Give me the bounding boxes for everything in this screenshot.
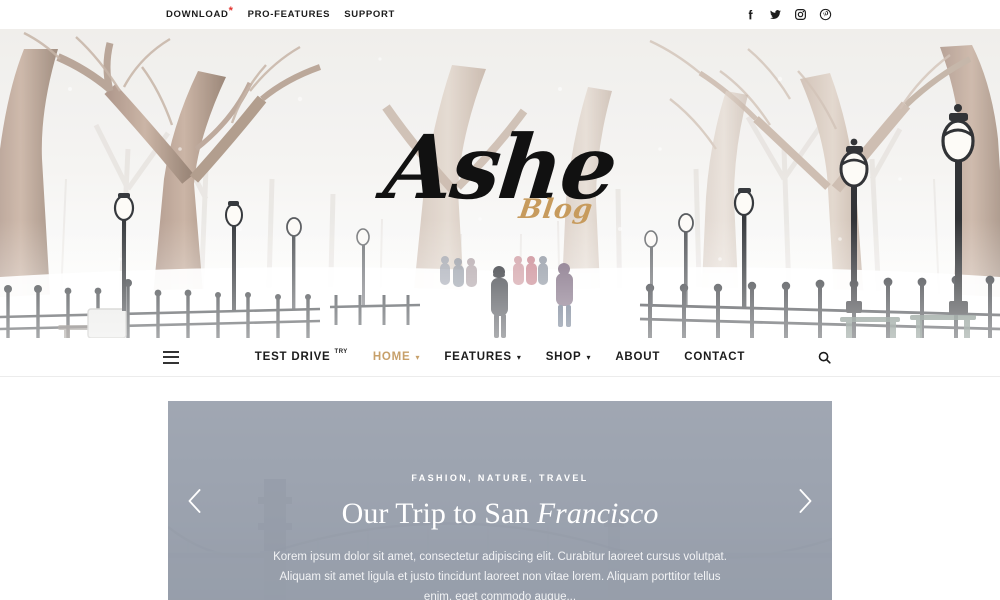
top-bar: DOWNLOAD* PRO-FEATURES SUPPORT xyxy=(0,0,1000,29)
nav-item-label: SHOP xyxy=(545,351,582,363)
social-links xyxy=(744,8,832,21)
nav-item-test-drive[interactable]: TEST DRIVE TRY xyxy=(254,349,349,363)
nav-item-contact[interactable]: CONTACT xyxy=(684,351,745,363)
new-badge-asterisk: * xyxy=(228,5,234,17)
chevron-down-icon: ▾ xyxy=(516,353,522,362)
pinterest-icon[interactable] xyxy=(819,8,832,21)
chevron-down-icon: ▾ xyxy=(415,353,421,362)
hero-header: Ashe Blog xyxy=(0,29,1000,338)
nav-item-home[interactable]: HOME ▾ xyxy=(373,351,421,363)
slide-title-italic: Francisco xyxy=(536,497,659,530)
chevron-down-icon: ▾ xyxy=(586,353,592,362)
nav-item-about[interactable]: ABOUT xyxy=(615,351,660,363)
slide-title[interactable]: Our Trip to San Francisco xyxy=(238,497,762,530)
instagram-icon[interactable] xyxy=(794,8,807,21)
nav-menu: TEST DRIVE TRY HOME ▾ FEATURES ▾ SHOP ▾ A… xyxy=(0,349,1000,363)
top-bar-links: DOWNLOAD* PRO-FEATURES SUPPORT xyxy=(166,6,395,21)
featured-slider-section: FASHION, NATURE, TRAVEL Our Trip to San … xyxy=(0,377,1000,600)
chevron-right-icon[interactable] xyxy=(788,484,822,518)
featured-slider: FASHION, NATURE, TRAVEL Our Trip to San … xyxy=(168,401,832,600)
topbar-link-download[interactable]: DOWNLOAD* xyxy=(166,6,234,21)
nav-item-superscript: TRY xyxy=(334,349,348,355)
slide-categories[interactable]: FASHION, NATURE, TRAVEL xyxy=(238,473,762,483)
chevron-left-icon[interactable] xyxy=(178,484,212,518)
topbar-link-support[interactable]: SUPPORT xyxy=(344,9,395,20)
nav-item-label: TEST DRIVE xyxy=(254,351,331,363)
site-logo-subtitle: Blog xyxy=(516,193,596,225)
facebook-icon[interactable] xyxy=(744,8,757,21)
slide-excerpt: Korem ipsum dolor sit amet, consectetur … xyxy=(273,551,727,600)
site-logo[interactable]: Ashe Blog xyxy=(0,115,1000,225)
nav-item-shop[interactable]: SHOP ▾ xyxy=(546,351,592,363)
main-navigation-bar: TEST DRIVE TRY HOME ▾ FEATURES ▾ SHOP ▾ A… xyxy=(0,338,1000,377)
topbar-link-pro-features[interactable]: PRO-FEATURES xyxy=(248,9,331,20)
nav-item-label: HOME xyxy=(372,351,411,363)
slide-title-plain: Our Trip to San xyxy=(341,497,537,530)
search-icon[interactable] xyxy=(816,349,832,365)
topbar-link-label: DOWNLOAD xyxy=(166,9,229,20)
slide-content: FASHION, NATURE, TRAVEL Our Trip to San … xyxy=(168,473,832,600)
nav-item-features[interactable]: FEATURES ▾ xyxy=(444,351,521,363)
nav-item-label: FEATURES xyxy=(444,351,512,363)
twitter-icon[interactable] xyxy=(769,8,782,21)
